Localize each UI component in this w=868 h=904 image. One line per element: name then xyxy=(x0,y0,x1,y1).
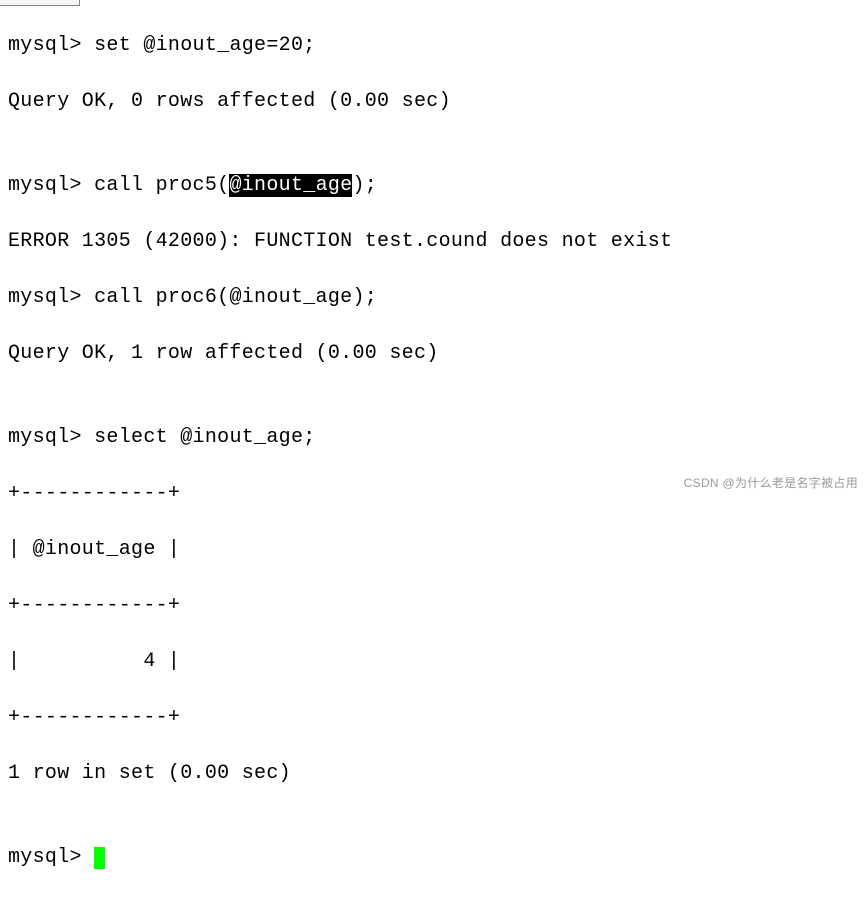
prompt: mysql> xyxy=(8,846,94,869)
terminal-line: Query OK, 0 rows affected (0.00 sec) xyxy=(8,88,860,116)
command-text: set @inout_age=20; xyxy=(94,34,315,57)
prompt: mysql> xyxy=(8,426,94,449)
command-text: ); xyxy=(352,174,377,197)
terminal-line: mysql> call proc6(@inout_age); xyxy=(8,284,860,312)
terminal-line: mysql> call proc5(@inout_age); xyxy=(8,172,860,200)
terminal-line: Query OK, 1 row affected (0.00 sec) xyxy=(8,340,860,368)
highlighted-text: @inout_age xyxy=(229,174,352,197)
watermark: CSDN @为什么老是名字被占用 xyxy=(684,475,858,492)
table-border: +------------+ xyxy=(8,592,860,620)
cursor-icon xyxy=(94,847,105,869)
error-line: ERROR 1305 (42000): FUNCTION test.cound … xyxy=(8,228,860,256)
terminal-line[interactable]: mysql> xyxy=(8,844,860,872)
prompt: mysql> xyxy=(8,174,94,197)
terminal-line: 1 row in set (0.00 sec) xyxy=(8,760,860,788)
tab-fragment xyxy=(0,0,80,6)
table-row: | 4 | xyxy=(8,648,860,676)
prompt: mysql> xyxy=(8,34,94,57)
table-border: +------------+ xyxy=(8,704,860,732)
prompt: mysql> xyxy=(8,286,94,309)
command-text: call proc5( xyxy=(94,174,229,197)
terminal-line: mysql> set @inout_age=20; xyxy=(8,32,860,60)
terminal-line: mysql> select @inout_age; xyxy=(8,424,860,452)
command-text: select @inout_age; xyxy=(94,426,315,449)
table-header: | @inout_age | xyxy=(8,536,860,564)
command-text: call proc6(@inout_age); xyxy=(94,286,377,309)
terminal-output: mysql> set @inout_age=20; Query OK, 0 ro… xyxy=(8,4,860,900)
